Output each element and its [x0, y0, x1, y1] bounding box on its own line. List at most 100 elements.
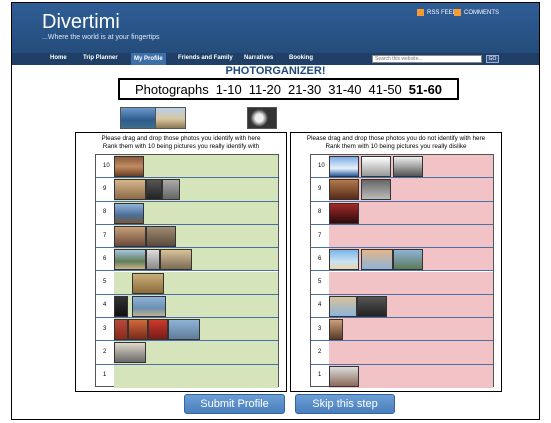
rank-row-5[interactable]: 5: [96, 271, 278, 295]
ranked-photo[interactable]: [146, 179, 162, 201]
nav-booking[interactable]: Booking: [289, 55, 313, 61]
rss-feed-link[interactable]: RSS FEED: [417, 9, 457, 16]
unsorted-photo[interactable]: [247, 107, 277, 129]
ranked-photo[interactable]: [114, 225, 146, 247]
unsorted-photo[interactable]: [155, 107, 186, 129]
rank-number: 9: [318, 185, 322, 192]
ranked-photo[interactable]: [132, 295, 166, 317]
rank-row-10[interactable]: 10: [96, 155, 278, 179]
comments-link[interactable]: COMMENTS: [454, 9, 499, 16]
rank-number: 5: [318, 279, 322, 286]
dislike-panel: Please drag and drop those photos you do…: [290, 132, 502, 392]
site-header: Divertimi ...Where the world is at your …: [12, 3, 539, 53]
ranked-photo[interactable]: [329, 202, 359, 224]
ranked-photo[interactable]: [160, 249, 192, 271]
rank-row-1[interactable]: 1: [311, 364, 493, 388]
rank-row-3[interactable]: 3: [311, 318, 493, 342]
nav-narratives[interactable]: Narratives: [244, 55, 273, 61]
main-nav: Home Trip Planner My Profile Friends and…: [12, 53, 539, 65]
tab-range-31-40[interactable]: 31-40: [328, 82, 361, 97]
ranked-photo[interactable]: [329, 365, 359, 387]
rank-row-6[interactable]: 6: [311, 248, 493, 272]
rank-number: 1: [318, 372, 322, 379]
nav-trip-planner[interactable]: Trip Planner: [83, 55, 118, 61]
rank-drop-zone[interactable]: [329, 341, 493, 364]
rank-number: 8: [103, 209, 107, 216]
identify-instructions: Please drag and drop those photos you id…: [76, 135, 286, 151]
tab-range-51-60[interactable]: 51-60: [409, 82, 442, 97]
rank-drop-zone[interactable]: [329, 271, 493, 294]
site-logo[interactable]: Divertimi: [42, 11, 120, 34]
tab-range-11-20[interactable]: 11-20: [249, 82, 281, 97]
unsorted-photo[interactable]: [120, 107, 156, 129]
rank-number: 2: [103, 349, 107, 356]
identify-instruction-line2: Rank them with 10 being pictures you rea…: [102, 143, 260, 150]
rank-row-10[interactable]: 10: [311, 155, 493, 179]
ranked-photo[interactable]: [114, 342, 146, 364]
nav-friends-and-family[interactable]: Friends and Family: [178, 55, 233, 61]
rank-row-8[interactable]: 8: [96, 201, 278, 225]
ranked-photo[interactable]: [393, 249, 423, 271]
ranked-photo[interactable]: [361, 179, 391, 201]
ranked-photo[interactable]: [162, 179, 180, 201]
rank-row-7[interactable]: 7: [96, 224, 278, 249]
tab-range-41-50[interactable]: 41-50: [369, 82, 402, 97]
search-go-button[interactable]: GO: [486, 55, 499, 63]
rank-row-4[interactable]: 4: [96, 294, 278, 319]
tab-range-21-30[interactable]: 21-30: [288, 82, 321, 97]
rank-row-5[interactable]: 5: [311, 271, 493, 295]
ranked-photo[interactable]: [114, 295, 128, 317]
ranked-photo[interactable]: [329, 179, 359, 201]
ranked-photo[interactable]: [114, 202, 144, 224]
ranked-photo[interactable]: [146, 225, 176, 247]
rank-number: 10: [318, 162, 325, 169]
rank-row-1[interactable]: 1: [96, 364, 278, 388]
rss-icon: [417, 9, 424, 16]
rank-number: 4: [318, 302, 322, 309]
rank-drop-zone[interactable]: [329, 224, 493, 248]
rank-drop-zone[interactable]: [329, 318, 493, 341]
nav-my-profile[interactable]: My Profile: [131, 53, 166, 65]
rank-row-3[interactable]: 3: [96, 318, 278, 342]
rank-row-2[interactable]: 2: [311, 341, 493, 365]
ranked-photo[interactable]: [393, 156, 423, 177]
ranked-photo[interactable]: [148, 319, 168, 341]
ranked-photo[interactable]: [329, 249, 359, 271]
app-window: Divertimi ...Where the world is at your …: [11, 2, 540, 420]
search-input[interactable]: Search this website...: [372, 55, 482, 63]
rank-row-4[interactable]: 4: [311, 294, 493, 319]
ranked-photo[interactable]: [146, 249, 160, 271]
rank-number: 2: [318, 349, 322, 356]
ranked-photo[interactable]: [329, 295, 357, 317]
rank-row-7[interactable]: 7: [311, 224, 493, 249]
submit-profile-button[interactable]: Submit Profile: [184, 394, 285, 414]
rank-row-8[interactable]: 8: [311, 201, 493, 225]
ranked-photo[interactable]: [114, 319, 128, 341]
ranked-photo[interactable]: [114, 179, 146, 201]
ranked-photo[interactable]: [128, 319, 148, 341]
rank-drop-zone[interactable]: [114, 364, 278, 388]
ranked-photo[interactable]: [114, 156, 144, 177]
ranked-photo[interactable]: [361, 249, 393, 271]
rank-row-6[interactable]: 6: [96, 248, 278, 272]
identify-rank-area[interactable]: 10 9 8 7 6 5 4 3 2 1: [95, 154, 279, 388]
rank-number: 10: [103, 162, 110, 169]
rank-row-2[interactable]: 2: [96, 341, 278, 365]
ranked-photo[interactable]: [114, 249, 146, 271]
nav-home[interactable]: Home: [50, 55, 67, 61]
ranked-photo[interactable]: [329, 156, 359, 177]
dislike-instruction-line1: Please drag and drop those photos you do…: [306, 135, 486, 142]
rank-number: 8: [318, 209, 322, 216]
tab-range-1-10[interactable]: 1-10: [216, 82, 242, 97]
ranked-photo[interactable]: [168, 319, 200, 341]
ranked-photo[interactable]: [132, 272, 164, 294]
rss-feed-label: RSS FEED: [427, 9, 458, 16]
rank-row-9[interactable]: 9: [311, 178, 493, 202]
skip-step-button[interactable]: Skip this step: [295, 394, 395, 414]
ranked-photo[interactable]: [357, 295, 387, 317]
rank-number: 5: [103, 279, 107, 286]
rank-row-9[interactable]: 9: [96, 178, 278, 202]
dislike-rank-area[interactable]: 10 9 8 7 6 5 4 3 2 1: [310, 154, 494, 388]
ranked-photo[interactable]: [361, 156, 391, 177]
ranked-photo[interactable]: [329, 319, 343, 341]
